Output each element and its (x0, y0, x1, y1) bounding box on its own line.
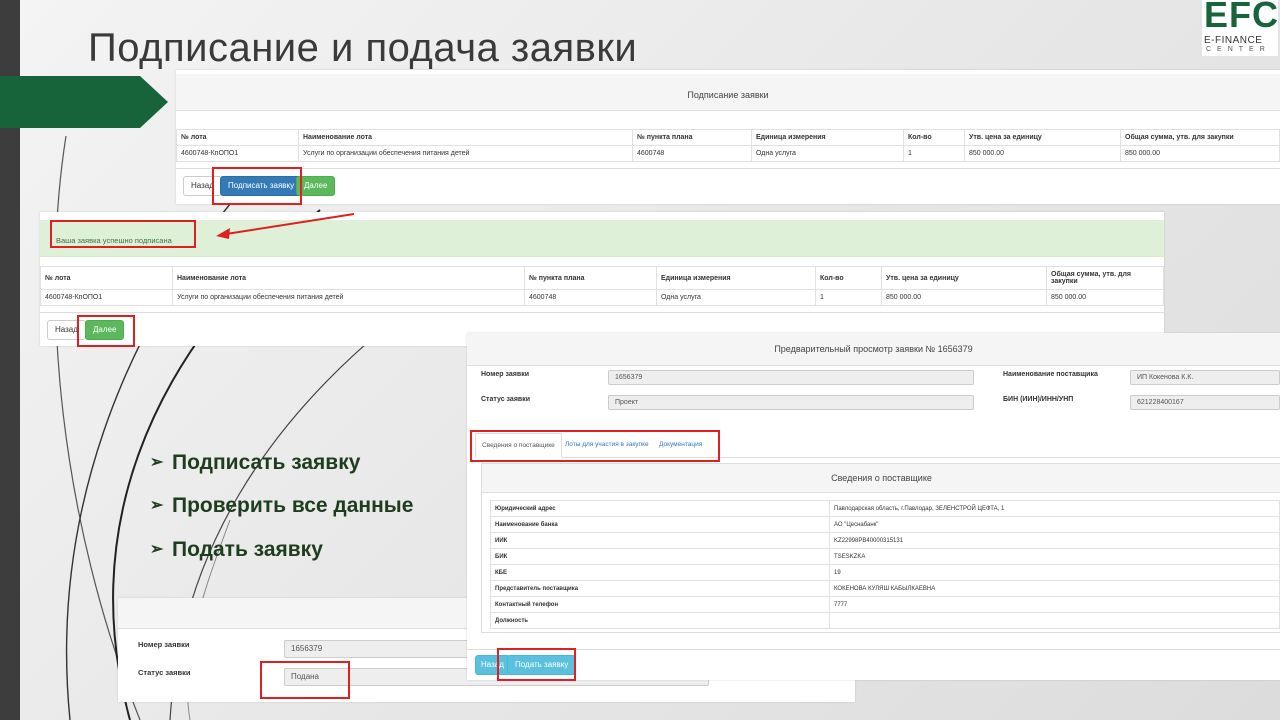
supplier-info-value: KZ22998PB40000315131 (829, 532, 1280, 549)
tabs-highlight (470, 430, 720, 462)
supplier-info-key: ИИК (490, 532, 830, 549)
supplier-info-key: Юридический адрес (490, 500, 830, 517)
bin-label: БИН (ИИН)/ИНН/УНП (1003, 396, 1074, 403)
supplier-info-value: 19 (829, 564, 1280, 581)
bullet-item: ➢ Подать заявку (150, 538, 323, 561)
supplier-field[interactable]: ИП Кокенова К.К. (1130, 370, 1280, 385)
supplier-info-row: ИИК KZ22998PB40000315131 (490, 532, 1280, 549)
status-highlight (260, 661, 350, 699)
supplier-info-key: Наименование банка (490, 516, 830, 533)
supplier-info-value (829, 612, 1280, 629)
supplier-info-value: АО "Цеснабанк" (829, 516, 1280, 533)
supplier-info-value: Павлодарская область, г.Павлодар, ЗЕЛЕНС… (829, 500, 1280, 517)
supplier-info-value: КОКЕНОВА КУЛЯШ КАБЫЛКАЕВНА (829, 580, 1280, 597)
number-label: Номер заявки (481, 371, 530, 378)
status-label: Статус заявки (481, 396, 531, 403)
number-label: Номер заявки (138, 640, 190, 649)
bullet-item: ➢ Проверить все данные (150, 494, 414, 517)
supplier-info-row: Должность (490, 612, 1280, 629)
supplier-info-value: 7777 (829, 596, 1280, 613)
supplier-info-row: Наименование банка АО "Цеснабанк" (490, 516, 1280, 533)
supplier-info-row: КБЕ 19 (490, 564, 1280, 581)
supplier-info-key: КБЕ (490, 564, 830, 581)
preview-panel: Предварительный просмотр заявки № 165637… (467, 333, 1280, 680)
supplier-info-row: Юридический адрес Павлодарская область, г… (490, 500, 1280, 517)
number-field[interactable]: 1656379 (608, 370, 974, 385)
submit-button-highlight (497, 648, 576, 681)
supplier-label: Наименование поставщика (1003, 371, 1098, 378)
supplier-info-row: Представитель поставщика КОКЕНОВА КУЛЯШ К… (490, 580, 1280, 597)
supplier-info-key: Контактный телефон (490, 596, 830, 613)
preview-header: Предварительный просмотр заявки № 165637… (467, 333, 1280, 366)
bullet-item: ➢ Подписать заявку (150, 451, 361, 474)
supplier-info-key: Должность (490, 612, 830, 629)
supplier-box-title: Сведения о поставщике (482, 464, 1280, 493)
supplier-info-row: Контактный телефон 7777 (490, 596, 1280, 613)
supplier-info-value: TSESKZKA (829, 548, 1280, 565)
supplier-info-row: БИК TSESKZKA (490, 548, 1280, 565)
supplier-info-table: Юридический адрес Павлодарская область, г… (490, 500, 1280, 629)
bin-field[interactable]: 621228400167 (1130, 395, 1280, 410)
status-label: Статус заявки (138, 668, 191, 677)
status-field[interactable]: Проект (608, 395, 974, 410)
supplier-box: Сведения о поставщике Юридический адрес П… (481, 463, 1280, 633)
supplier-info-key: БИК (490, 548, 830, 565)
supplier-info-key: Представитель поставщика (490, 580, 830, 597)
